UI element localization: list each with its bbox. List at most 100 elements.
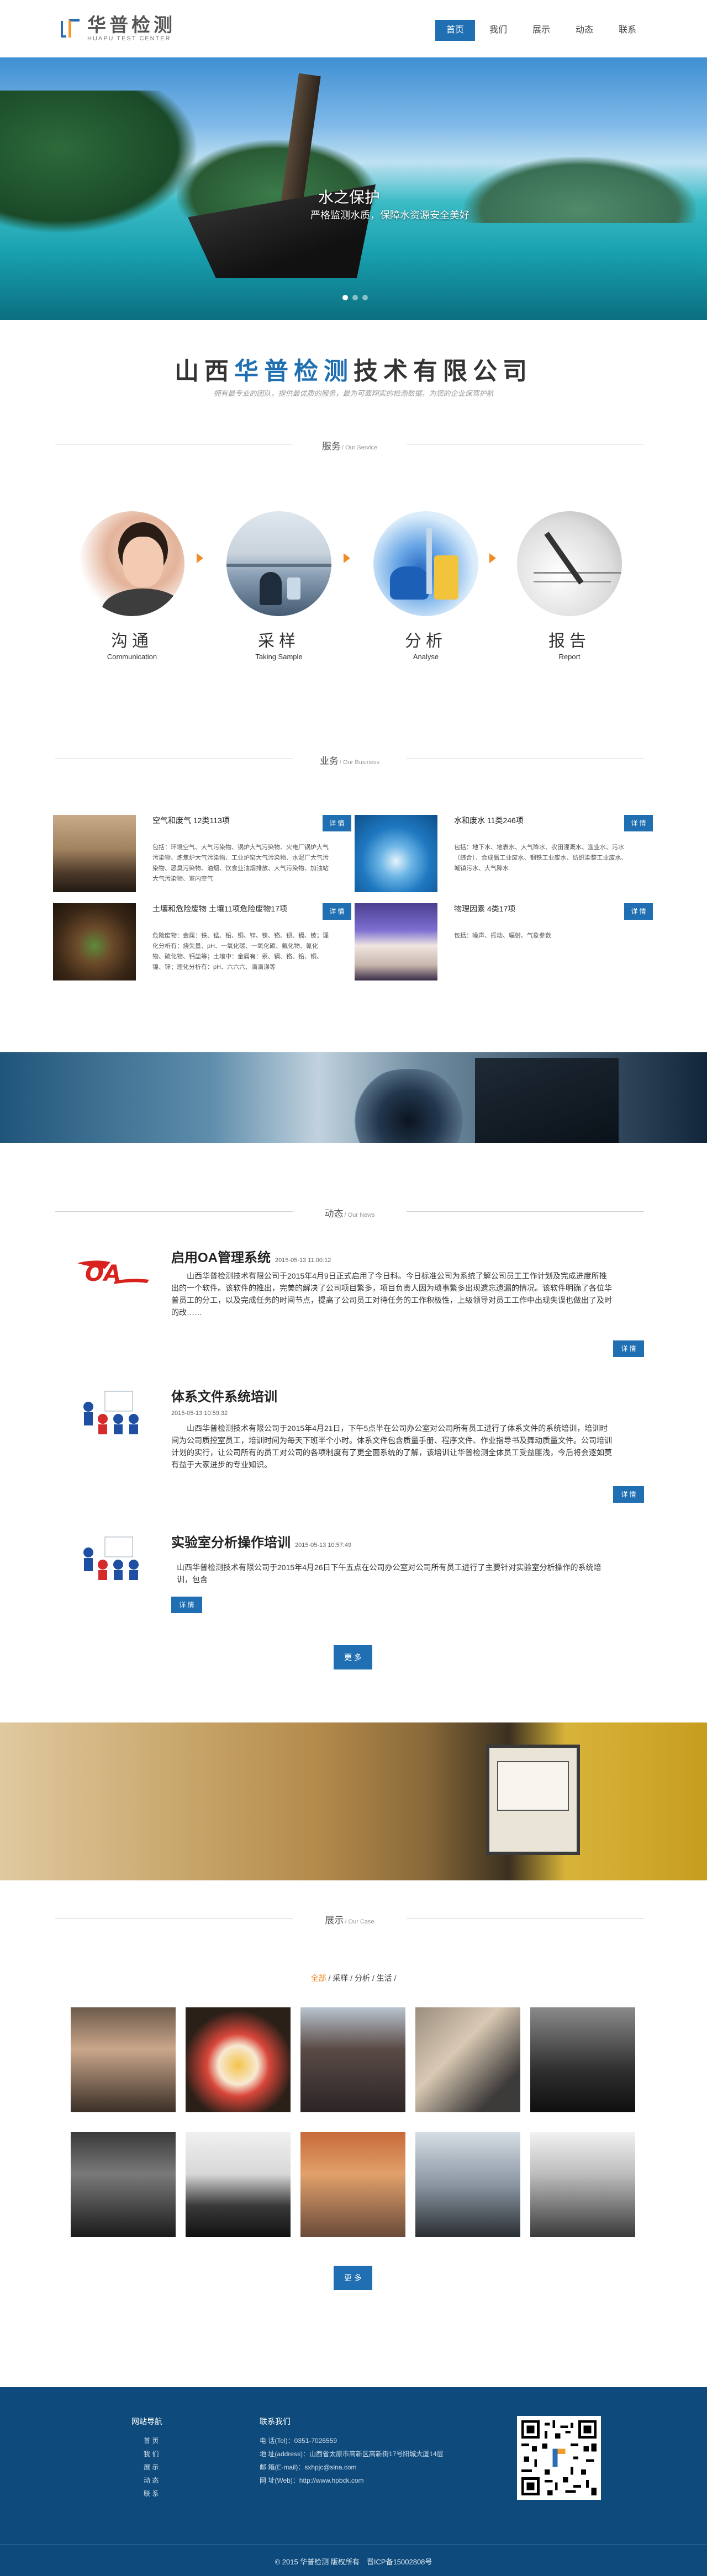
news-item: 体系文件系统培训 2015-05-13 10:59:32 山西华普检测技术有限公… [72, 1386, 644, 1507]
arrow-right-icon [489, 553, 496, 563]
logo-english-name: HUAPU TEST CENTER [87, 35, 171, 42]
physical-factors-image [355, 903, 437, 980]
arrow-right-icon [344, 553, 350, 563]
logo[interactable]: 华普检测 HUAPU TEST CENTER [60, 15, 176, 42]
qr-code-icon [517, 2416, 601, 2500]
news-body: 山西华普检测技术有限公司于2015年4月9日正式启用了今日科。今日标准公司为系统… [171, 1271, 612, 1317]
footer-nav-item[interactable]: 首 页 [131, 2436, 162, 2449]
case-photo[interactable] [186, 2007, 291, 2112]
service-name: 分析 [405, 632, 447, 650]
news-title[interactable]: 体系文件系统培训 [171, 1390, 277, 1404]
training-people-icon [72, 1386, 155, 1435]
nav-showcase[interactable]: 展示 [521, 20, 561, 41]
case-photo[interactable] [415, 2132, 520, 2237]
contact-website[interactable]: 网 址(Web)：http://www.hpbck.com [260, 2476, 444, 2489]
logo-mark-icon [60, 18, 82, 40]
mailbox-photo-strip [0, 1722, 707, 1880]
nav-about[interactable]: 我们 [478, 20, 518, 41]
case-photo[interactable] [415, 2007, 520, 2112]
detail-button[interactable]: 详 情 [624, 903, 653, 920]
page: 华普检测 HUAPU TEST CENTER 首页 我们 展示 动态 联系 水之… [0, 0, 707, 2576]
contact-address: 地 址(address)：山西省太原市高新区高新街17号阳城大厦14层 [260, 2450, 444, 2458]
detail-button[interactable]: 详 情 [624, 815, 653, 831]
footer-nav-item[interactable]: 展 示 [131, 2462, 162, 2476]
footer-nav-item[interactable]: 我 们 [131, 2449, 162, 2462]
footer-nav: 网站导航 首 页 我 们 展 示 动 态 联 系 [131, 2416, 162, 2502]
case-photo[interactable] [300, 2132, 405, 2237]
filter-analysis[interactable]: 分析 [355, 1974, 370, 1983]
footer-nav-item[interactable]: 动 态 [131, 2476, 162, 2489]
banner-title: 水之保护 [318, 189, 381, 206]
cases-heading: 展示 / Our Case [55, 1912, 644, 1926]
service-communication-image [80, 511, 184, 616]
case-photo[interactable] [530, 2132, 635, 2237]
business-title[interactable]: 空气和废气 12类113项 [152, 815, 230, 826]
service-en: Communication [107, 653, 157, 661]
detail-button[interactable]: 详 情 [613, 1486, 644, 1503]
filter-sampling[interactable]: 采样 [333, 1974, 348, 1983]
footer-nav-title: 网站导航 [131, 2417, 162, 2426]
contact-phone: 电 话(Tel)：0351-7026559 [260, 2437, 337, 2445]
carousel-dot[interactable] [362, 295, 368, 300]
case-filters: 全部 / 采样 / 分析 / 生活 / [310, 1974, 397, 1983]
case-photo[interactable] [530, 2007, 635, 2112]
training-people-icon [72, 1531, 155, 1581]
service-name: 沟通 [111, 632, 153, 650]
services-heading: 服务 / Our Service [55, 438, 644, 452]
business-title[interactable]: 水和废水 11类246项 [454, 815, 524, 826]
hero-banner[interactable]: 水之保护 严格监测水质，保障水资源安全美好 [0, 57, 707, 320]
news-body: 山西华普检测技术有限公司于2015年4月21日，下午5点半在公司办公室对公司所有… [171, 1424, 612, 1469]
detail-button[interactable]: 详 情 [171, 1597, 202, 1613]
filter-life[interactable]: 生活 [377, 1974, 392, 1983]
logo-name: 华普检测 [87, 15, 176, 36]
carousel-dot[interactable] [342, 295, 348, 300]
company-slogan: 拥有最专业的团队，提供最优质的服务，最为可靠翔实的检测数据，为您的企业保驾护航 [213, 389, 494, 397]
contact-email[interactable]: 邮 箱(E-mail)：sxhpjc@sina.com [260, 2462, 444, 2476]
news-date: 2015-05-13 10:59:32 [171, 1410, 228, 1417]
news-title[interactable]: 实验室分析操作培训 [171, 1535, 291, 1550]
filter-all[interactable]: 全部 [311, 1974, 326, 1983]
detail-button[interactable]: 详 情 [613, 1340, 644, 1357]
news-date: 2015-05-13 10:57:49 [295, 1542, 352, 1549]
case-photo[interactable] [186, 2132, 291, 2237]
carousel-dot[interactable] [352, 295, 358, 300]
case-photo[interactable] [300, 2007, 405, 2112]
footer-nav-item[interactable]: 联 系 [131, 2489, 162, 2502]
oa-logo-icon: OA [72, 1247, 155, 1296]
news-more-button[interactable]: 更 多 [334, 1645, 372, 1669]
news-item: 实验室分析操作培训 2015-05-13 10:57:49 山西华普检测技术有限公… [72, 1531, 644, 1620]
business-desc: 危险废物：金属：铁、锰、铅、铜、锌、镍、铬、钡、镉、铍；理化分析有：烧失量、pH… [152, 932, 329, 971]
service-en: Report [558, 653, 581, 661]
water-drop-image [355, 815, 437, 892]
news-title[interactable]: 启用OA管理系统 [171, 1250, 271, 1265]
nav-home[interactable]: 首页 [435, 20, 475, 41]
business-title[interactable]: 土壤和危险废物 土壤11项危险废物17项 [152, 903, 287, 914]
business-desc: 包括：环境空气、大气污染物、锅炉大气污染物、火电厂锅炉大气污染物、炼焦炉大气污染… [152, 844, 329, 882]
case-photo[interactable] [71, 2007, 176, 2112]
service-en: Taking Sample [255, 653, 303, 661]
banner-subtitle: 严格监测水质，保障水资源安全美好 [310, 210, 469, 221]
nav-news[interactable]: 动态 [564, 20, 604, 41]
footer-contact: 联系我们 电 话(Tel)：0351-7026559 地 址(address)：… [260, 2416, 444, 2489]
business-item-water: 水和废水 11类246项 详 情 包括：地下水、地表水、大气降水、农田灌溉水、渔… [355, 815, 653, 898]
case-photo[interactable] [71, 2132, 176, 2237]
copyright: © 2015 华普检测 版权所有 晋ICP备15002808号 [275, 2558, 432, 2566]
detail-button[interactable]: 详 情 [323, 815, 351, 831]
business-title[interactable]: 物理因素 4类17项 [454, 903, 515, 914]
header: 华普检测 HUAPU TEST CENTER 首页 我们 展示 动态 联系 [0, 0, 707, 57]
service-report-image [517, 511, 622, 616]
nav-contact[interactable]: 联系 [608, 20, 647, 41]
business-desc: 包括：地下水、地表水、大气降水、农田灌溉水、渔业水、污水（综合）、合成氨工业废水… [454, 844, 627, 872]
cases-more-button[interactable]: 更 多 [334, 2266, 372, 2290]
company-name: 山西华普检测技术有限公司 [175, 358, 532, 385]
footer: 网站导航 首 页 我 们 展 示 动 态 联 系 联系我们 电 话(Tel)：0… [0, 2387, 707, 2576]
soil-sprout-image [53, 903, 136, 980]
carousel-dots [342, 295, 368, 300]
business-heading: 业务 / Our Business [55, 753, 644, 766]
footer-contact-title: 联系我们 [260, 2417, 291, 2426]
main-nav: 首页 我们 展示 动态 联系 [435, 20, 647, 41]
news-item: OA 启用OA管理系统 2015-05-13 11:00:12 山西华普检测技术有… [72, 1247, 644, 1368]
business-item-physical: 物理因素 4类17项 详 情 包括：噪声、振动、辐射、气象参数 [355, 903, 653, 986]
service-analysis-image [373, 511, 478, 616]
detail-button[interactable]: 详 情 [323, 903, 351, 920]
